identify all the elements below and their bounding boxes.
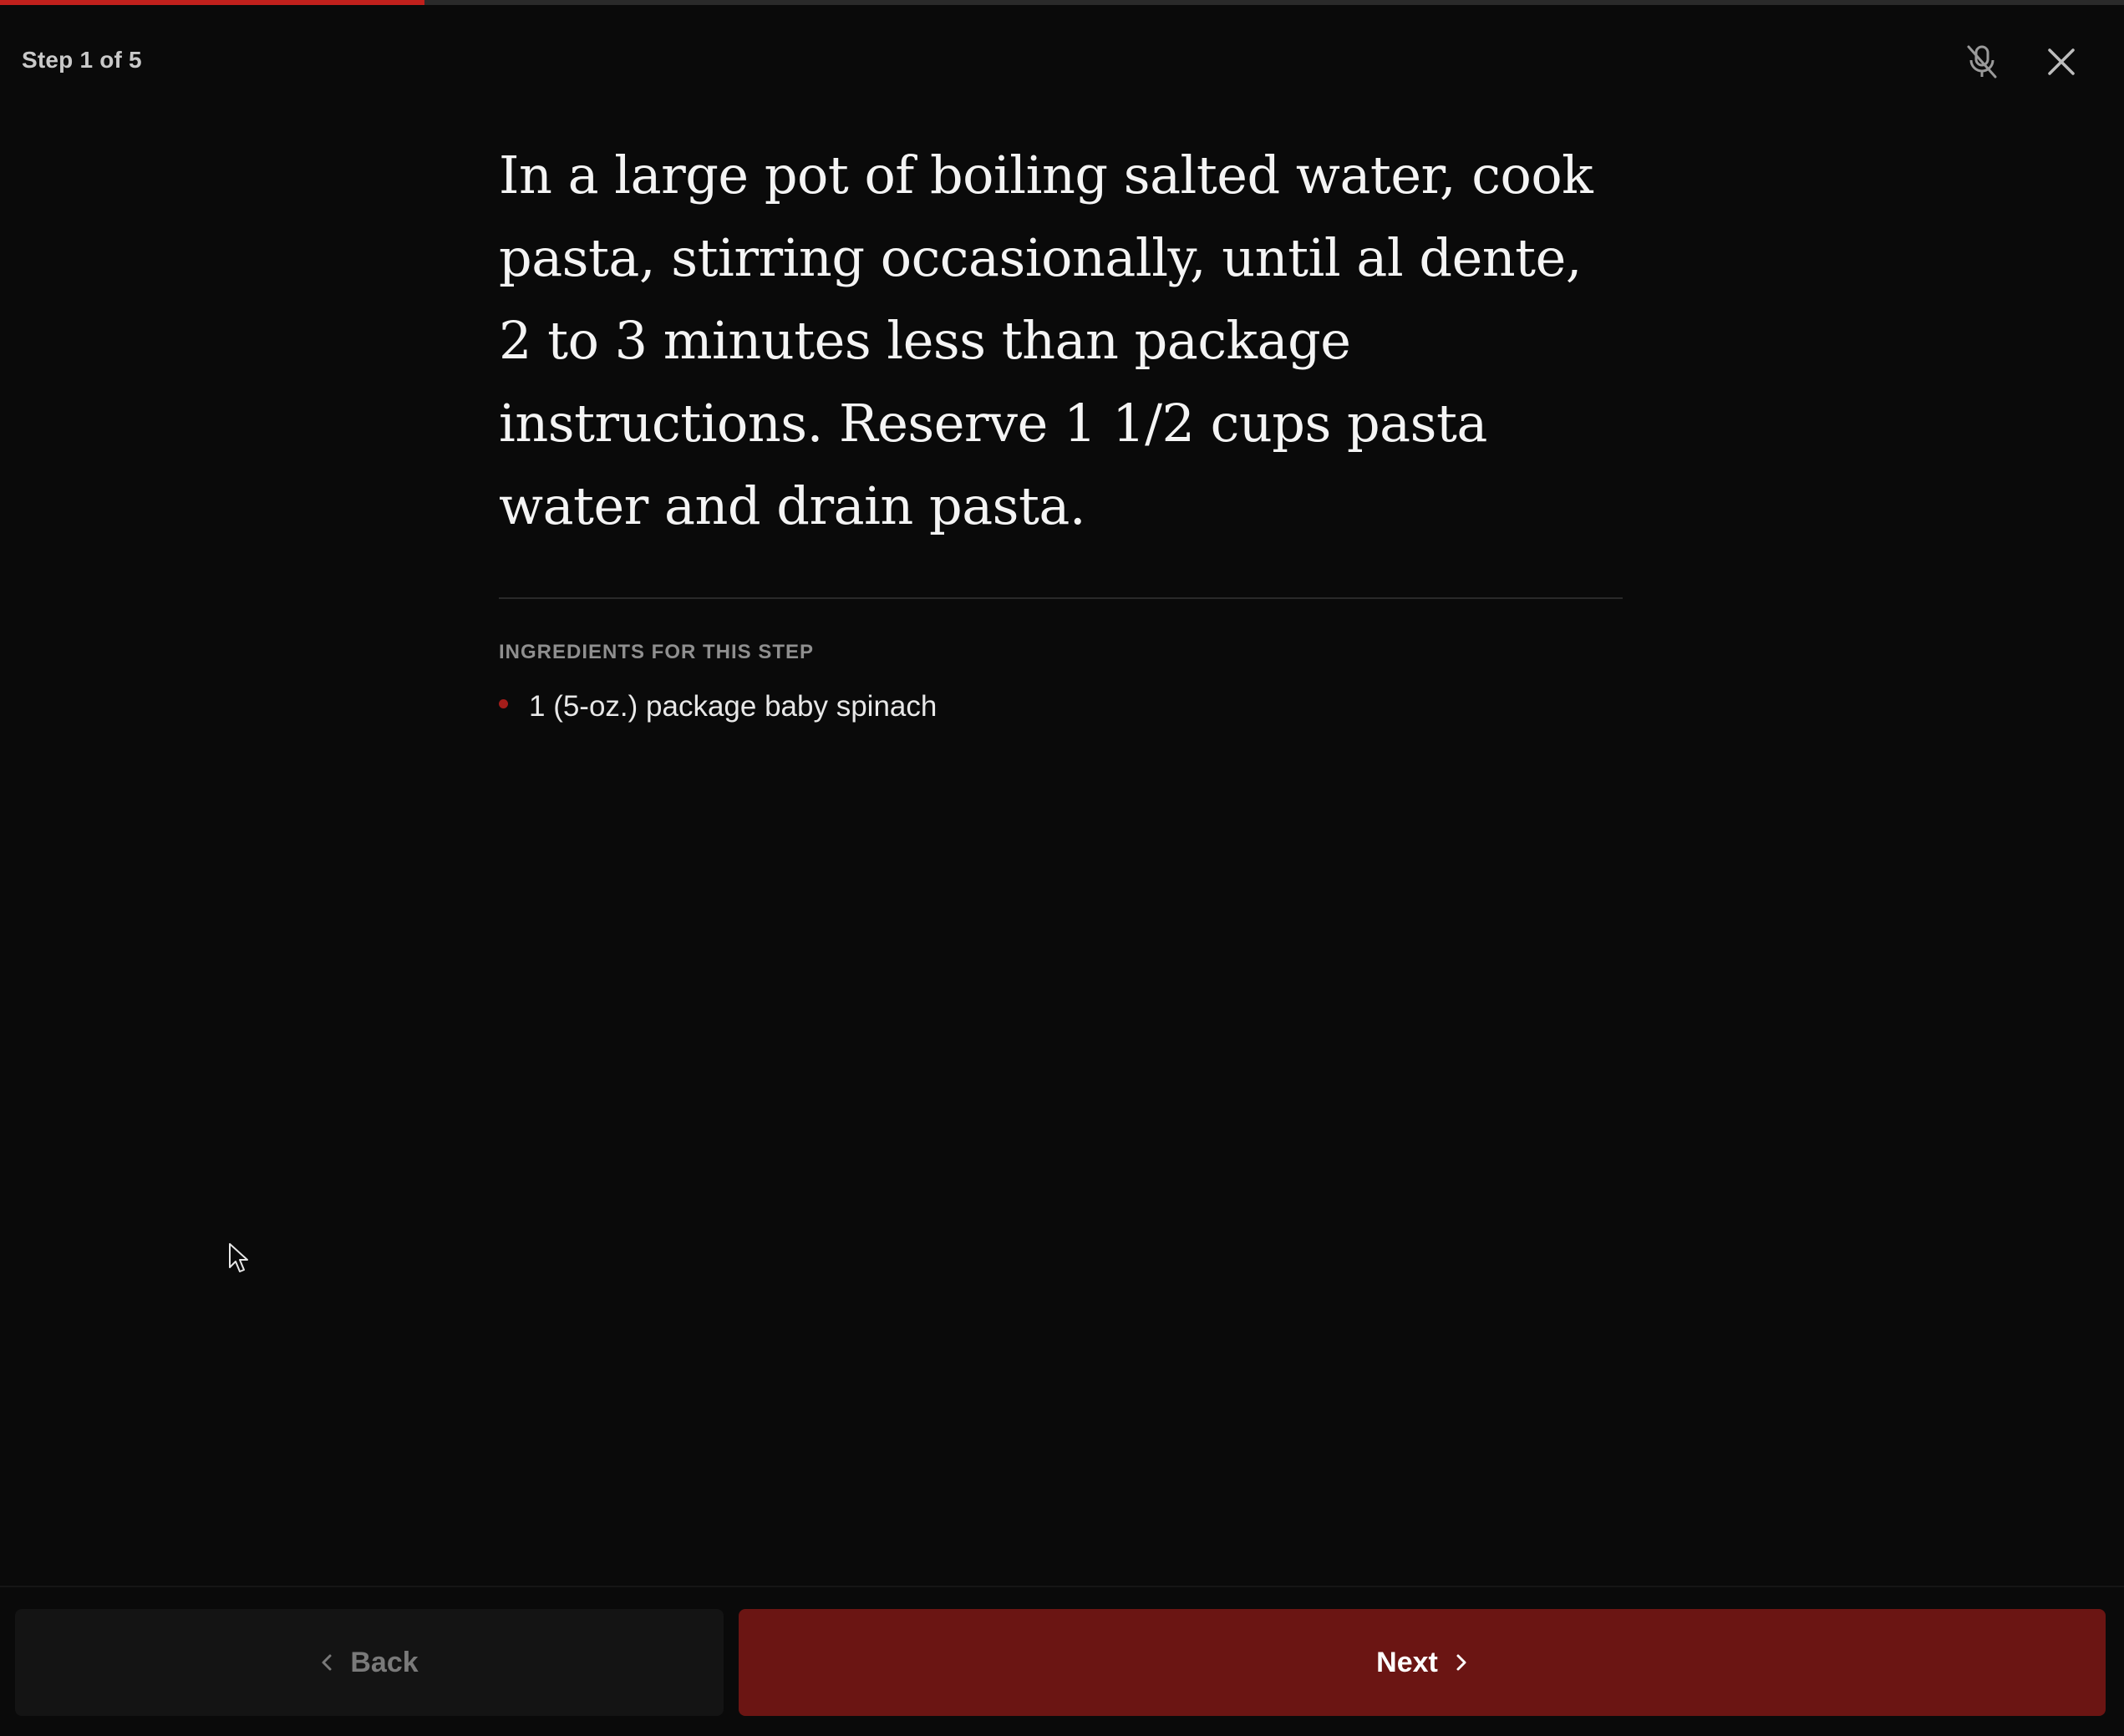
back-button[interactable]: Back — [15, 1609, 724, 1716]
close-icon — [2048, 48, 2075, 75]
ingredient-item: 1 (5-oz.) package baby spinach — [499, 686, 1623, 728]
step-content: In a large pot of boiling salted water, … — [499, 134, 1623, 728]
back-button-label: Back — [350, 1646, 419, 1678]
next-button-label: Next — [1376, 1646, 1438, 1678]
ingredients-list: 1 (5-oz.) package baby spinach — [499, 686, 1623, 728]
mic-toggle-button[interactable] — [1957, 37, 2007, 87]
next-button[interactable]: Next — [739, 1609, 2106, 1716]
mic-off-icon — [1967, 45, 1997, 79]
ingredient-label: 1 (5-oz.) package baby spinach — [529, 690, 938, 723]
step-counter: Step 1 of 5 — [22, 47, 142, 73]
chevron-right-icon — [1456, 1654, 1466, 1671]
progress-bar — [0, 0, 2124, 5]
ingredients-heading: INGREDIENTS FOR THIS STEP — [499, 641, 815, 663]
footer-nav: Back Next — [0, 1586, 2124, 1736]
divider — [499, 597, 1623, 599]
progress-bar-fill — [0, 0, 425, 5]
step-instruction: In a large pot of boiling salted water, … — [499, 145, 1593, 536]
chevron-left-icon — [322, 1654, 332, 1671]
close-button[interactable] — [2036, 37, 2086, 87]
mouse-pointer-icon — [228, 1242, 250, 1278]
bullet-dot-icon — [499, 699, 508, 708]
